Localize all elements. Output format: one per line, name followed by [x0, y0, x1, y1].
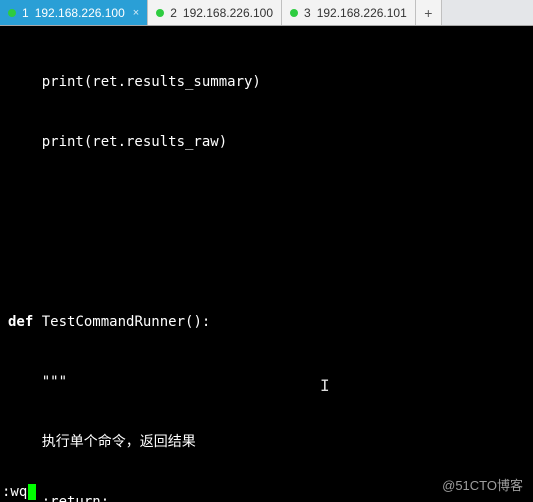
status-dot-icon	[156, 9, 164, 17]
code-rest: TestCommandRunner():	[33, 314, 210, 330]
code-line: print(ret.results_raw)	[8, 132, 533, 152]
status-dot-icon	[290, 9, 298, 17]
code-line: 执行单个命令，返回结果	[8, 432, 533, 452]
tab-label: 192.168.226.100	[183, 6, 273, 20]
close-icon[interactable]: ×	[133, 7, 139, 19]
watermark-text: @51CTO博客	[442, 476, 523, 496]
code-line	[8, 192, 533, 212]
terminal-view[interactable]: print(ret.results_summary) print(ret.res…	[0, 26, 533, 502]
code-line: print(ret.results_summary)	[8, 72, 533, 92]
tab-index: 2	[170, 6, 177, 20]
tab-3[interactable]: 3 192.168.226.101	[282, 0, 416, 25]
status-dot-icon	[8, 9, 16, 17]
plus-icon: +	[424, 5, 432, 21]
tab-2[interactable]: 2 192.168.226.100	[148, 0, 282, 25]
keyword-def: def	[8, 314, 33, 330]
code-line: def TestCommandRunner():	[8, 312, 533, 332]
block-cursor-icon	[28, 484, 36, 500]
tab-index: 3	[304, 6, 311, 20]
vim-command-text: :wq	[2, 482, 27, 502]
tab-bar: 1 192.168.226.100 × 2 192.168.226.100 3 …	[0, 0, 533, 26]
tab-label: 192.168.226.100	[35, 6, 125, 20]
tab-label: 192.168.226.101	[317, 6, 407, 20]
tab-index: 1	[22, 6, 29, 20]
code-line	[8, 252, 533, 272]
code-line: """	[8, 372, 533, 392]
tab-1[interactable]: 1 192.168.226.100 ×	[0, 0, 148, 25]
add-tab-button[interactable]: +	[416, 0, 442, 25]
